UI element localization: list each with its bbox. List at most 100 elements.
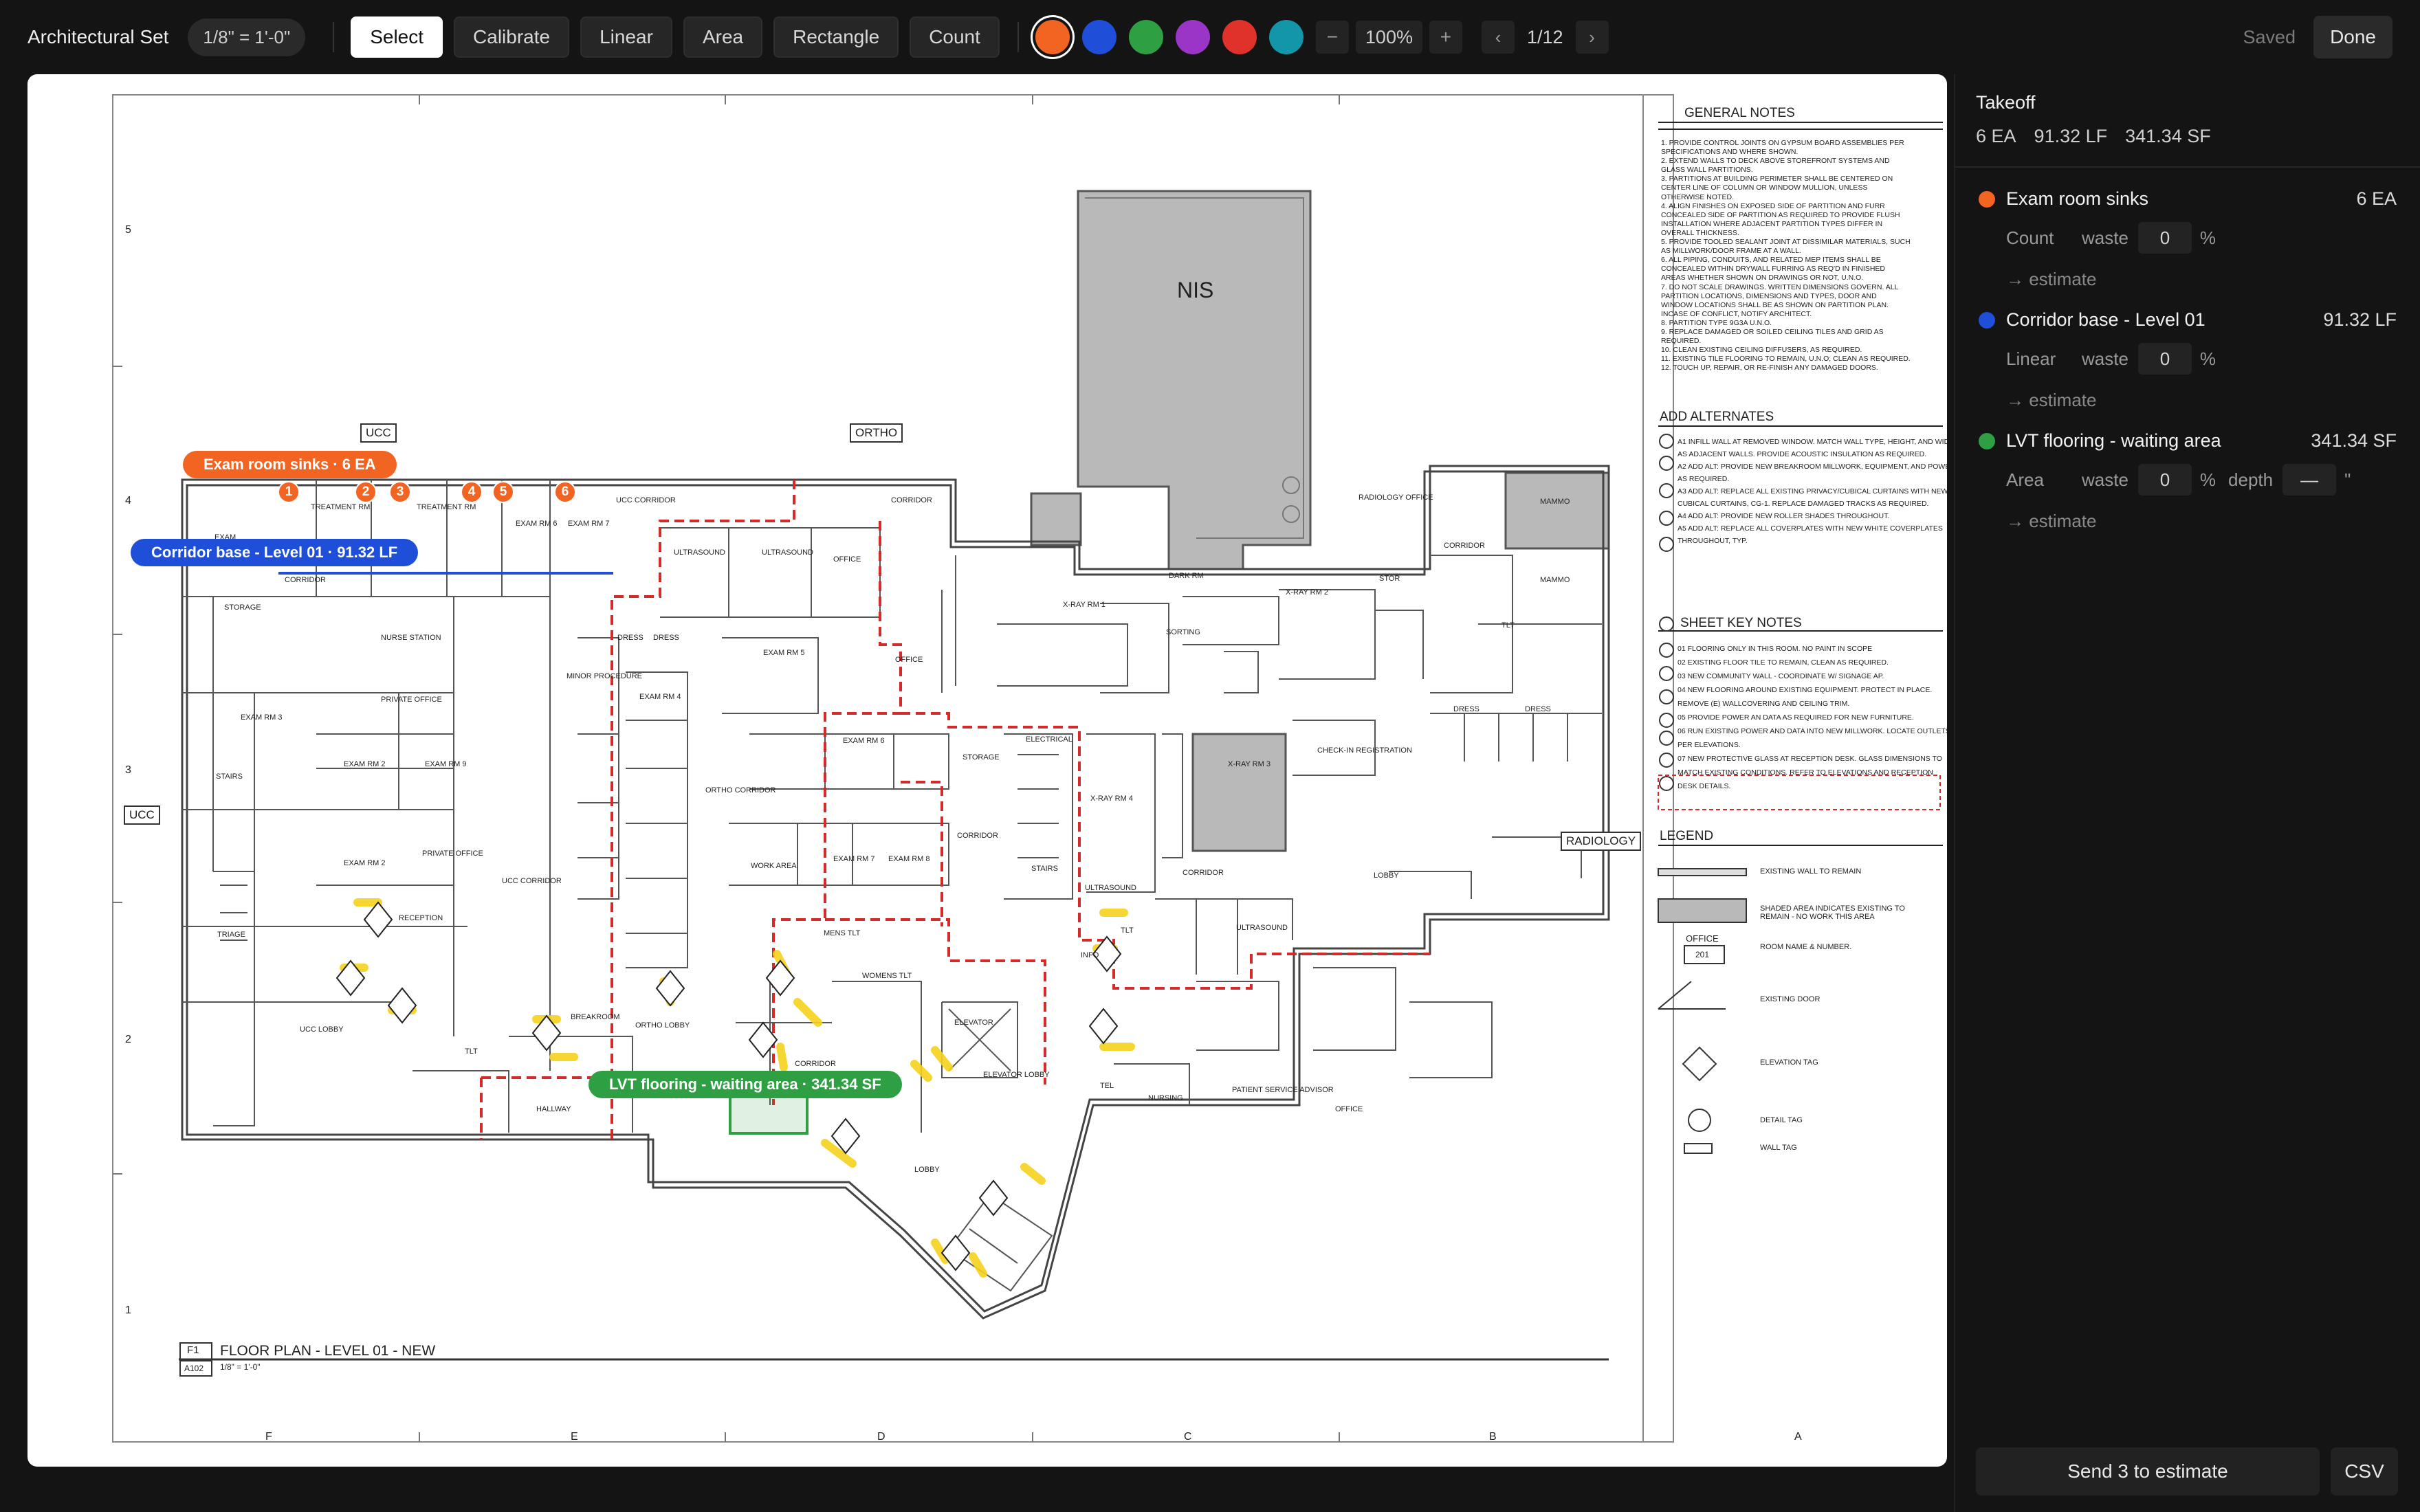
- count-annotation-label[interactable]: Exam room sinks · 6 EA: [183, 451, 397, 478]
- sheet-key-notes-title: SHEET KEY NOTES: [1680, 616, 1802, 630]
- color-swatch-green[interactable]: [1128, 20, 1163, 54]
- key-note: 01 FLOORING ONLY IN THIS ROOM. NO PAINT …: [1678, 645, 1873, 653]
- select-tool-button[interactable]: Select: [351, 16, 443, 58]
- takeoff-item-corridor-base[interactable]: Corridor base - Level 01 91.32 LF Linear…: [1955, 309, 2420, 430]
- toolbar-divider: [333, 22, 335, 52]
- estimate-link[interactable]: → estimate: [1979, 269, 2397, 309]
- dept-tag-ucc-2: UCC: [124, 805, 160, 825]
- key-note: 07 NEW PROTECTIVE GLASS AT RECEPTION DES…: [1678, 755, 1942, 763]
- general-note: WINDOW LOCATIONS SHALL BE AS SHOWN ON PA…: [1661, 300, 1889, 309]
- legend-entry: EXISTING WALL TO REMAIN: [1760, 867, 1862, 876]
- color-swatch-teal[interactable]: [1268, 20, 1304, 54]
- add-alternate: THROUGHOUT, TYP.: [1678, 537, 1748, 545]
- percent-label: %: [2199, 469, 2216, 490]
- room-label: ORTHO CORRIDOR: [705, 786, 776, 794]
- general-note: CONCEALED WITHIN DRYWALL FURRING AS REQ'…: [1661, 265, 1885, 274]
- drawing-sheet-ref: A102: [184, 1364, 204, 1373]
- count-pin[interactable]: 6: [554, 481, 576, 503]
- depth-label: depth: [2228, 469, 2274, 490]
- item-type: Linear: [2006, 348, 2056, 369]
- item-color-dot: [1979, 190, 1995, 208]
- estimate-link[interactable]: → estimate: [1979, 511, 2397, 551]
- count-pin[interactable]: 3: [389, 481, 411, 503]
- count-tool-button[interactable]: Count: [910, 16, 1000, 58]
- percent-label: %: [2199, 348, 2216, 369]
- color-swatch-purple[interactable]: [1175, 20, 1210, 54]
- done-button[interactable]: Done: [2313, 16, 2392, 58]
- waste-input[interactable]: 0: [2137, 222, 2192, 254]
- room-label: WOMENS TLT: [862, 972, 912, 980]
- room-label: DRESS: [617, 634, 644, 642]
- count-pin[interactable]: 1: [278, 481, 300, 503]
- waste-input[interactable]: 0: [2137, 464, 2192, 496]
- room-label: PATIENT SERVICE ADVISOR: [1232, 1086, 1334, 1094]
- count-pin[interactable]: 5: [492, 481, 514, 503]
- takeoff-sidebar: Takeoff 6 EA 91.32 LF 341.34 SF Exam roo…: [1954, 74, 2420, 1512]
- item-quantity: 6 EA: [2356, 188, 2397, 209]
- general-note: REQUIRED.: [1661, 337, 1702, 346]
- item-quantity: 91.32 LF: [2323, 309, 2397, 330]
- count-pin[interactable]: 2: [355, 481, 377, 503]
- rectangle-tool-button[interactable]: Rectangle: [773, 16, 899, 58]
- takeoff-item-lvt-flooring[interactable]: LVT flooring - waiting area 341.34 SF Ar…: [1955, 430, 2420, 551]
- zoom-level[interactable]: 100%: [1355, 21, 1422, 54]
- color-swatch-orange[interactable]: [1035, 20, 1070, 54]
- drawing-scale-note: 1/8" = 1'-0": [220, 1362, 261, 1372]
- waste-input[interactable]: 0: [2137, 343, 2192, 375]
- linear-tool-button[interactable]: Linear: [580, 16, 672, 58]
- grid-row-label: 5: [125, 224, 131, 236]
- estimate-link[interactable]: → estimate: [1979, 390, 2397, 430]
- linear-annotation-label[interactable]: Corridor base - Level 01 · 91.32 LF: [131, 539, 419, 566]
- prev-page-button[interactable]: ‹: [1481, 21, 1515, 54]
- waste-label: waste: [2082, 348, 2128, 369]
- next-page-button[interactable]: ›: [1575, 21, 1609, 54]
- color-swatch-red[interactable]: [1222, 20, 1257, 54]
- add-alternate: A5 ADD ALT: REPLACE ALL COVERPLATES WITH…: [1678, 524, 1943, 533]
- legend-entry: SHADED AREA INDICATES EXISTING TO REMAIN…: [1760, 904, 1905, 921]
- toolbar-divider: [1017, 22, 1019, 52]
- add-alternates-list: A1 INFILL WALL AT REMOVED WINDOW. MATCH …: [1678, 436, 1947, 547]
- dept-tag-ortho: ORTHO: [850, 423, 903, 443]
- room-label: ULTRASOUND: [1085, 884, 1136, 892]
- area-annotation-label[interactable]: LVT flooring - waiting area · 341.34 SF: [588, 1071, 902, 1098]
- general-note: 3. PARTITIONS AT BUILDING PERIMETER SHAL…: [1661, 175, 1893, 184]
- dept-tag-ucc: UCC: [360, 423, 397, 443]
- app-title: Architectural Set: [28, 26, 169, 47]
- item-name[interactable]: Corridor base - Level 01: [2006, 309, 2323, 331]
- area-tool-button[interactable]: Area: [683, 16, 763, 58]
- send-to-estimate-button[interactable]: Send 3 to estimate: [1976, 1447, 2320, 1496]
- add-alternates-title: ADD ALTERNATES: [1660, 410, 1774, 424]
- key-note: REMOVE (E) WALLCOVERING AND CEILING TRIM…: [1678, 700, 1850, 708]
- room-label: PRIVATE OFFICE: [422, 849, 483, 858]
- room-label: ELECTRICAL: [1026, 735, 1072, 744]
- waste-label: waste: [2082, 469, 2128, 490]
- calibrate-tool-button[interactable]: Calibrate: [454, 16, 570, 58]
- key-note: DESK DETAILS.: [1678, 782, 1731, 790]
- room-label: EXAM RM 5: [763, 649, 805, 657]
- drawing-canvas[interactable]: NIS UCC ORTHO UCC RADIOLOGY 5 4 3 2 1 F …: [28, 74, 1947, 1467]
- room-label: X-RAY RM 3: [1228, 760, 1270, 768]
- count-pin[interactable]: 4: [461, 481, 483, 503]
- legend-entry: ELEVATION TAG: [1760, 1058, 1818, 1067]
- zoom-out-button[interactable]: −: [1315, 21, 1349, 54]
- zoom-in-button[interactable]: +: [1429, 21, 1462, 54]
- takeoff-item-exam-room-sinks[interactable]: Exam room sinks 6 EA Count waste 0 % → e…: [1955, 168, 2420, 309]
- legend-entry: EXISTING DOOR: [1760, 995, 1820, 1003]
- room-label: CHECK-IN REGISTRATION: [1317, 746, 1412, 755]
- depth-input[interactable]: —: [2282, 464, 2337, 496]
- grid-column-label: F: [265, 1431, 272, 1443]
- general-note: INCASE OF CONFLICT, NOTIFY ARCHITECT.: [1661, 309, 1812, 318]
- drawing-detail-number: F1: [187, 1344, 199, 1356]
- csv-export-button[interactable]: CSV: [2331, 1447, 2398, 1496]
- item-name[interactable]: LVT flooring - waiting area: [2006, 430, 2311, 452]
- scale-selector[interactable]: 1/8" = 1'-0": [188, 18, 306, 56]
- sidebar-footer: Send 3 to estimate CSV: [1976, 1447, 2398, 1496]
- general-note: OVERALL THICKNESS.: [1661, 228, 1739, 237]
- room-label: EXAM RM 7: [833, 855, 875, 863]
- add-alternate: CUBICAL CURTAINS, CG-1. REPLACE DAMAGED …: [1678, 500, 1929, 508]
- waste-label: waste: [2082, 227, 2128, 248]
- item-name[interactable]: Exam room sinks: [2006, 188, 2356, 210]
- color-swatch-blue[interactable]: [1081, 20, 1116, 54]
- room-label: EXAM RM 2: [344, 760, 386, 768]
- room-label: UCC CORRIDOR: [616, 496, 676, 504]
